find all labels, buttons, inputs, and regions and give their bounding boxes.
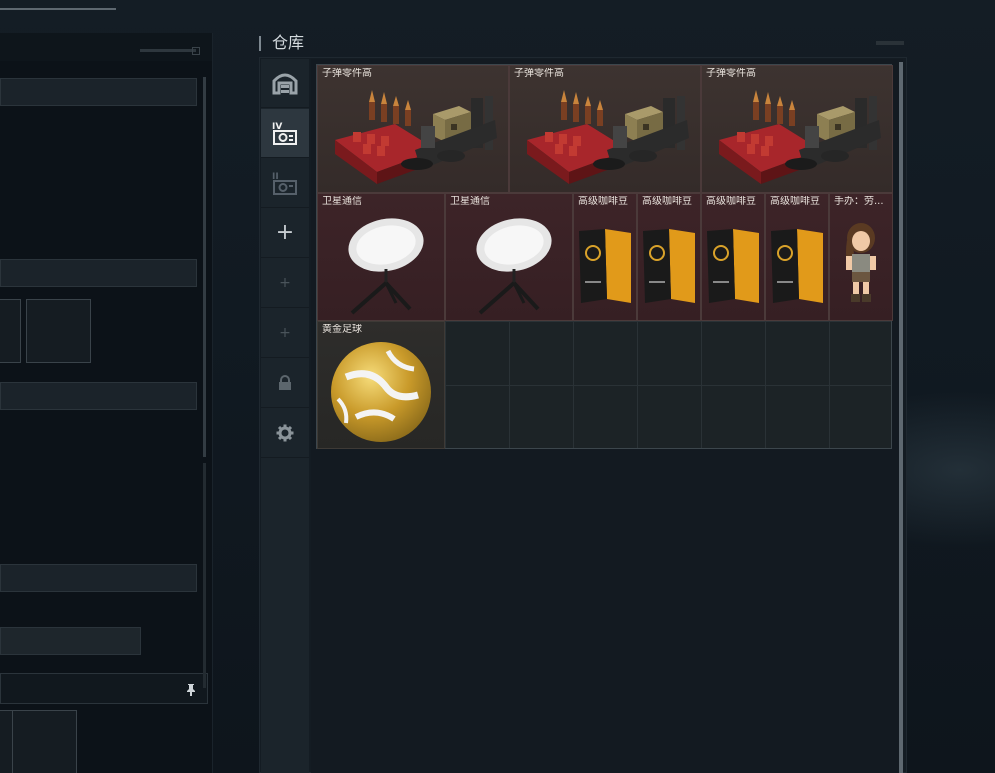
plus-icon: + <box>275 220 295 245</box>
coffee-bag-icon <box>707 229 759 303</box>
top-tab-indicator <box>0 8 116 10</box>
coffee-bag-icon <box>579 229 631 303</box>
left-panel <box>0 33 213 773</box>
inventory-item[interactable]: 卫星通信 <box>317 193 445 321</box>
figurine-icon <box>846 223 876 302</box>
item-label: 卫星通信 <box>450 196 490 207</box>
left-panel-slot-bar[interactable] <box>0 627 141 655</box>
golden-football-icon <box>331 342 431 442</box>
safe-box-iv-icon: IV <box>272 122 297 145</box>
left-panel-slot-bar[interactable] <box>0 564 197 592</box>
header-decoration <box>876 41 904 45</box>
warehouse-title: 仓库 <box>272 33 305 52</box>
inventory-item[interactable]: 高级咖啡豆 <box>573 193 637 321</box>
sidebar-add-button[interactable]: + <box>261 259 309 308</box>
inventory-item[interactable]: 黄金足球 <box>317 321 445 449</box>
satellite-dish-icon <box>348 218 424 315</box>
inventory-item[interactable]: 手办：劳... <box>829 193 893 321</box>
item-label: 卫星通信 <box>322 196 362 207</box>
left-panel-header <box>0 33 212 61</box>
header-decoration <box>140 49 196 52</box>
left-panel-scrollbar[interactable] <box>203 77 206 457</box>
left-panel-slot-bar[interactable] <box>0 259 197 287</box>
pin-icon[interactable] <box>185 683 197 701</box>
item-label: 高级咖啡豆 <box>578 196 628 207</box>
left-panel-slot-box[interactable] <box>26 299 91 363</box>
item-label: 高级咖啡豆 <box>642 196 692 207</box>
inventory-item[interactable]: 卫星通信 <box>445 193 573 321</box>
sidebar-tab-warehouse[interactable] <box>261 59 309 108</box>
sidebar-tab-safe-box-ii[interactable]: II <box>261 159 309 208</box>
sidebar-settings-button[interactable] <box>261 409 309 458</box>
item-label: 手办：劳... <box>834 196 884 207</box>
left-panel-slot-box[interactable] <box>12 710 77 773</box>
coffee-bag-icon <box>771 229 823 303</box>
left-panel-slot-box[interactable] <box>0 299 21 363</box>
coffee-bag-icon <box>643 229 695 303</box>
inventory-item[interactable]: 子弹零件高 <box>509 65 701 193</box>
inventory-item[interactable]: 高级咖啡豆 <box>701 193 765 321</box>
inventory-item[interactable]: 高级咖啡豆 <box>637 193 701 321</box>
warehouse-grid: 子弹零件高 子弹零件高 子弹零件高 卫星通信 卫星通信 高级咖啡豆 高级咖啡豆 … <box>316 64 893 449</box>
inventory-item[interactable]: 子弹零件高 <box>317 65 509 193</box>
warehouse-icon <box>272 73 298 95</box>
title-marker <box>259 36 261 51</box>
item-label: 子弹零件高 <box>322 68 372 79</box>
lock-icon <box>279 375 291 390</box>
sidebar-add-button[interactable]: + <box>261 309 309 358</box>
warehouse-sidebar: IV II + + + <box>261 59 309 773</box>
gear-icon <box>276 424 294 442</box>
plus-icon: + <box>279 325 291 341</box>
item-label: 高级咖啡豆 <box>770 196 820 207</box>
inventory-item[interactable]: 高级咖啡豆 <box>765 193 829 321</box>
left-panel-slot-bar[interactable] <box>0 382 197 410</box>
item-label: 子弹零件高 <box>706 68 756 79</box>
sidebar-lock-button[interactable] <box>261 359 309 408</box>
item-label: 黄金足球 <box>322 324 362 335</box>
item-label: 子弹零件高 <box>514 68 564 79</box>
ammo-parts-crate-icon <box>719 90 881 184</box>
left-panel-pinned-bar[interactable] <box>0 673 208 704</box>
game-ui-root: 仓库 IV II + + + 子弹零件高 子弹零件高 子弹零件高 卫星通信 卫星… <box>0 0 995 773</box>
left-panel-scrollbar-track <box>203 463 206 688</box>
sidebar-add-button[interactable]: + <box>261 209 309 258</box>
ammo-parts-crate-icon <box>527 90 689 184</box>
left-panel-slot-bar[interactable] <box>0 78 197 106</box>
warehouse-scrollbar[interactable] <box>899 62 903 773</box>
safe-box-ii-icon: II <box>272 172 297 195</box>
sidebar-tab-safe-box-iv[interactable]: IV <box>261 109 309 158</box>
inventory-item[interactable]: 子弹零件高 <box>701 65 893 193</box>
ammo-parts-crate-icon <box>335 90 497 184</box>
header-square-icon <box>192 47 200 55</box>
satellite-dish-icon <box>476 218 552 315</box>
plus-icon: + <box>279 275 291 291</box>
item-label: 高级咖啡豆 <box>706 196 756 207</box>
